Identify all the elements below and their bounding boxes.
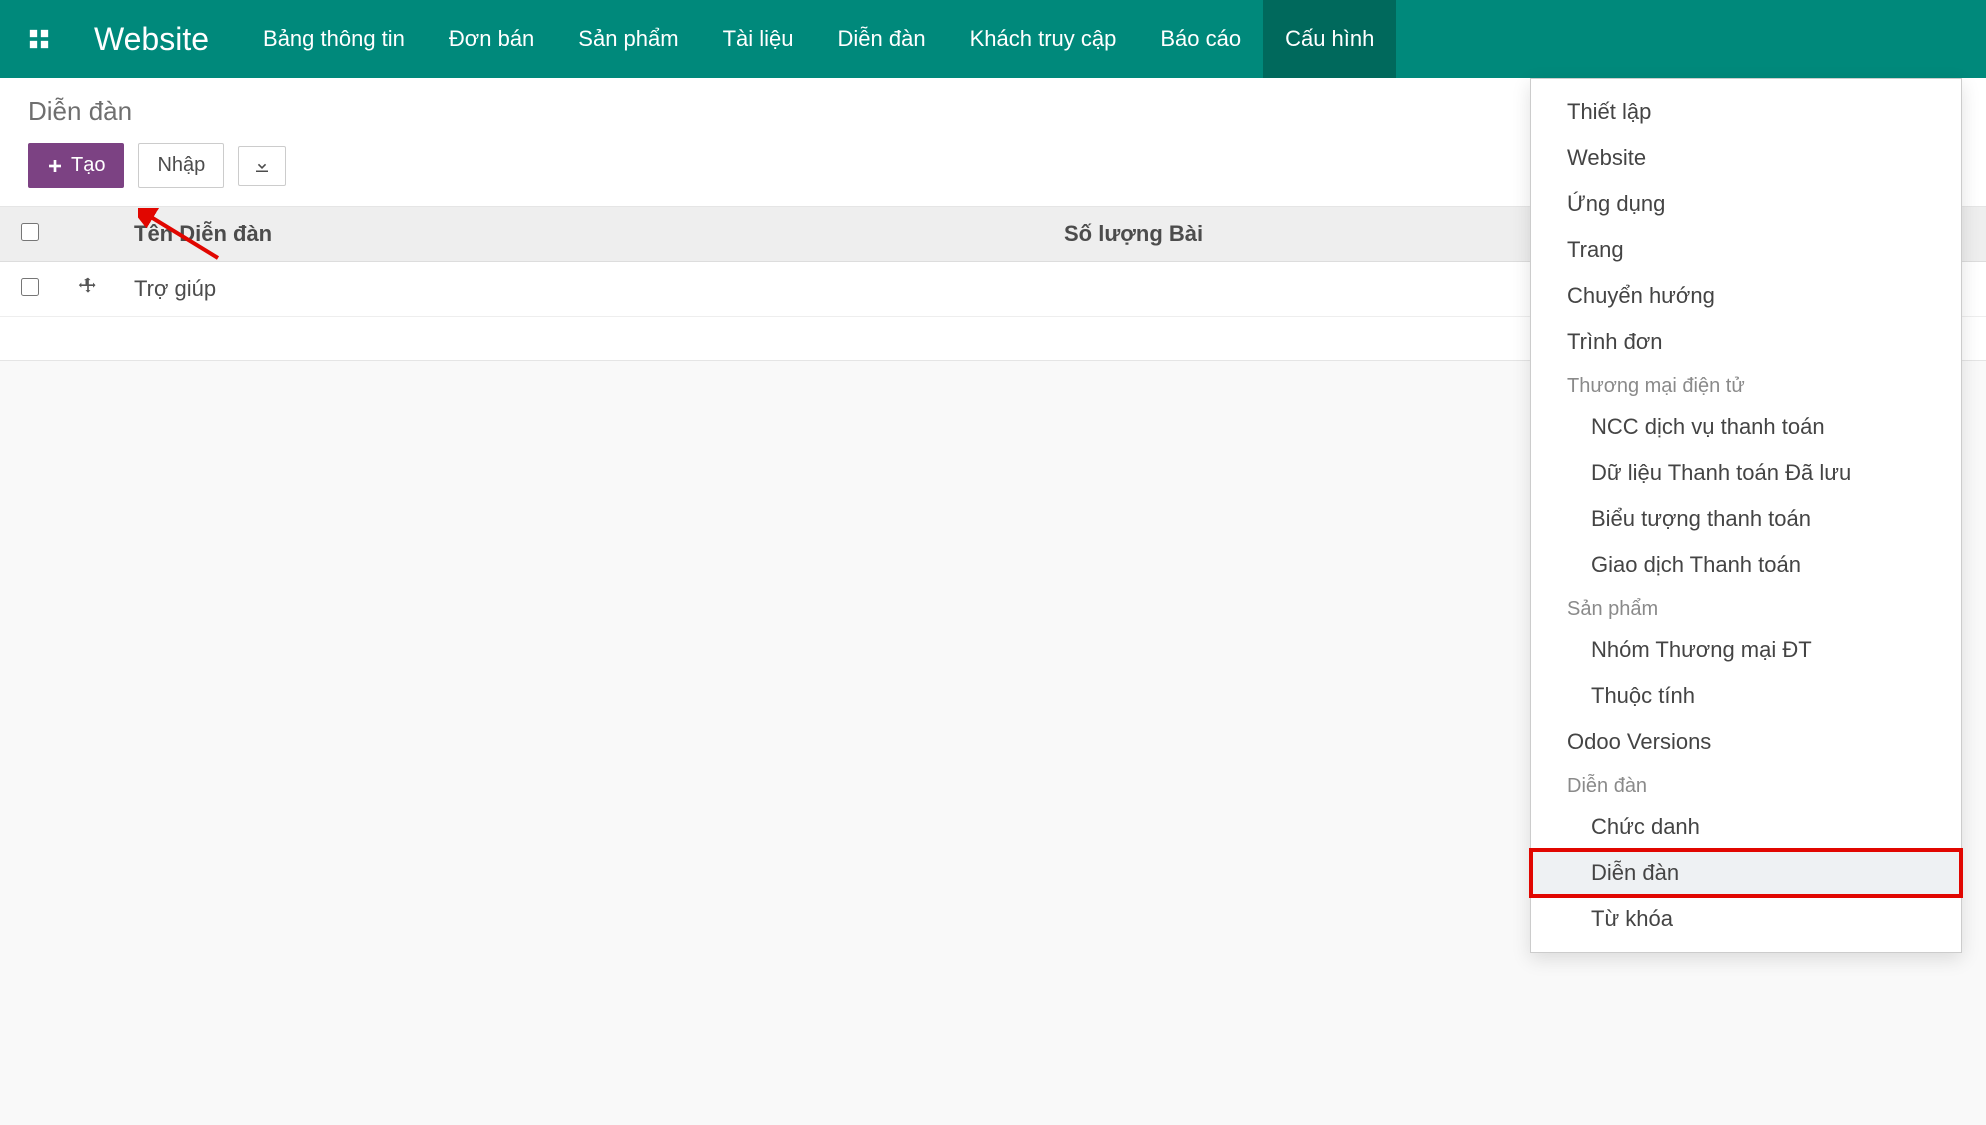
- dropdown-item-10[interactable]: Giao dịch Thanh toán: [1531, 542, 1961, 588]
- dropdown-item-1[interactable]: Website: [1531, 135, 1961, 181]
- import-button-label: Nhập: [157, 154, 205, 177]
- row-checkbox[interactable]: [21, 278, 39, 296]
- row-posts: 0: [1046, 262, 1566, 317]
- create-button[interactable]: Tạo: [28, 143, 124, 188]
- dropdown-item-4[interactable]: Chuyển hướng: [1531, 273, 1961, 319]
- dropdown-item-6: Thương mại điện tử: [1531, 365, 1961, 404]
- select-all-checkbox[interactable]: [21, 223, 39, 241]
- dropdown-item-13[interactable]: Thuộc tính: [1531, 673, 1961, 719]
- nav-item-2[interactable]: Sản phẩm: [556, 0, 700, 78]
- dropdown-item-16[interactable]: Chức danh: [1531, 804, 1961, 850]
- nav-item-3[interactable]: Tài liệu: [701, 0, 816, 78]
- row-name: Trợ giúp: [116, 262, 1046, 317]
- config-dropdown: Thiết lậpWebsiteỨng dụngTrangChuyển hướn…: [1530, 78, 1962, 953]
- dropdown-item-18[interactable]: Từ khóa: [1531, 896, 1961, 942]
- nav-menu: Bảng thông tinĐơn bánSản phẩmTài liệuDiễ…: [241, 0, 1396, 78]
- import-button[interactable]: Nhập: [138, 143, 224, 188]
- download-button[interactable]: [238, 146, 286, 186]
- plus-icon: [47, 158, 63, 174]
- grid-icon: [28, 28, 50, 50]
- dropdown-item-7[interactable]: NCC dịch vụ thanh toán: [1531, 404, 1961, 450]
- header-posts[interactable]: Số lượng Bài: [1046, 207, 1566, 262]
- header-checkbox-cell: [0, 207, 60, 262]
- dropdown-item-3[interactable]: Trang: [1531, 227, 1961, 273]
- brand-title[interactable]: Website: [78, 21, 241, 58]
- download-icon: [253, 157, 271, 175]
- header-name[interactable]: Tên Diễn đàn: [116, 207, 1046, 262]
- dropdown-item-8[interactable]: Dữ liệu Thanh toán Đã lưu: [1531, 450, 1961, 496]
- nav-item-1[interactable]: Đơn bán: [427, 0, 556, 78]
- nav-item-6[interactable]: Báo cáo: [1138, 0, 1263, 78]
- page-title: Diễn đàn: [28, 96, 286, 127]
- dropdown-item-9[interactable]: Biểu tượng thanh toán: [1531, 496, 1961, 542]
- dropdown-item-15: Diễn đàn: [1531, 765, 1961, 804]
- dropdown-item-11: Sản phẩm: [1531, 588, 1961, 627]
- nav-item-0[interactable]: Bảng thông tin: [241, 0, 427, 78]
- dropdown-item-0[interactable]: Thiết lập: [1531, 89, 1961, 135]
- nav-item-4[interactable]: Diễn đàn: [816, 0, 948, 78]
- dropdown-item-12[interactable]: Nhóm Thương mại ĐT: [1531, 627, 1961, 673]
- nav-item-7[interactable]: Cấu hình: [1263, 0, 1396, 78]
- apps-icon[interactable]: [0, 28, 78, 50]
- dropdown-item-17[interactable]: Diễn đàn: [1531, 850, 1961, 896]
- dropdown-item-14[interactable]: Odoo Versions: [1531, 719, 1961, 765]
- nav-item-5[interactable]: Khách truy cập: [948, 0, 1139, 78]
- main-nav: Website Bảng thông tinĐơn bánSản phẩmTài…: [0, 0, 1986, 78]
- drag-icon[interactable]: [78, 276, 98, 296]
- header-drag-cell: [60, 207, 116, 262]
- create-button-label: Tạo: [71, 154, 105, 177]
- dropdown-item-5[interactable]: Trình đơn: [1531, 319, 1961, 365]
- dropdown-item-2[interactable]: Ứng dụng: [1531, 181, 1961, 227]
